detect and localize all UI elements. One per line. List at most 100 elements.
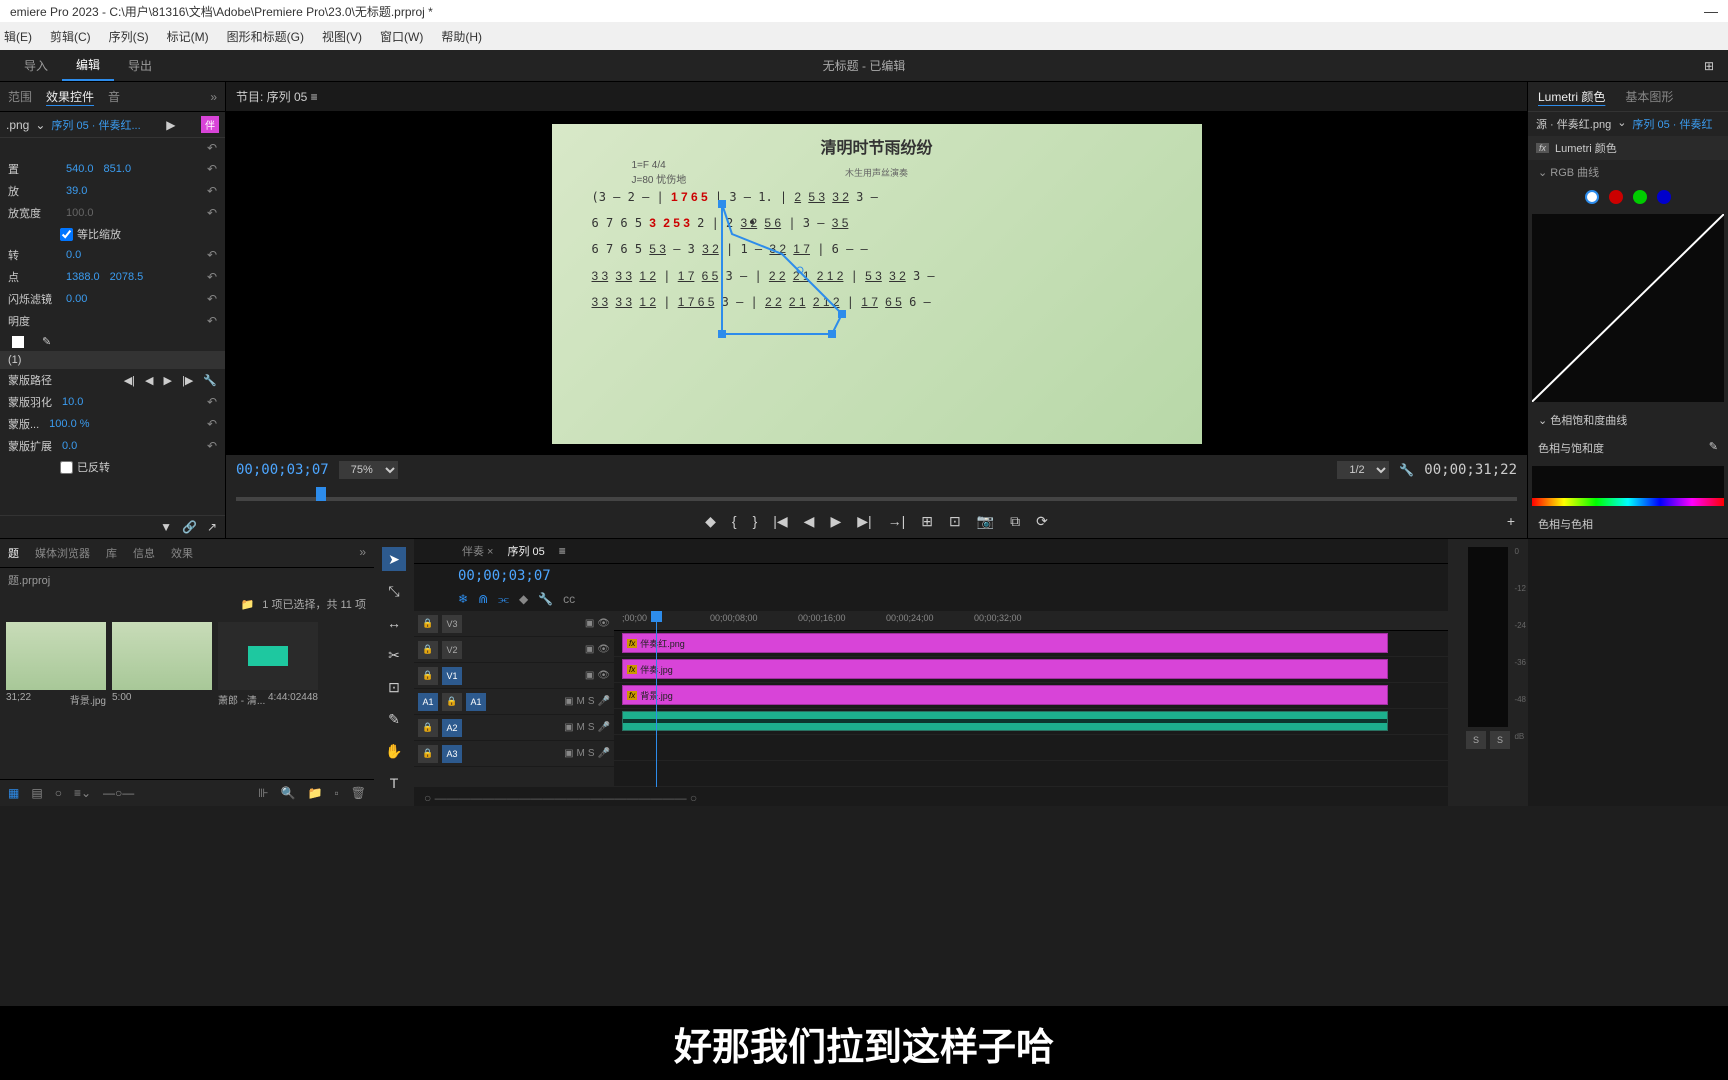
- tab-effect-controls[interactable]: 效果控件: [46, 88, 94, 105]
- timeline-timecode[interactable]: 00;00;03;07: [458, 568, 551, 584]
- eyedropper-icon[interactable]: ✎: [1709, 440, 1718, 456]
- source-a1[interactable]: A1: [418, 693, 438, 711]
- rotation-value[interactable]: 0.0: [66, 249, 81, 261]
- ws-tab-edit[interactable]: 编辑: [62, 50, 114, 81]
- step-back-icon[interactable]: ◀: [804, 513, 815, 530]
- magnet-icon[interactable]: ⋒: [478, 592, 488, 607]
- track-v3-label[interactable]: V3: [442, 615, 462, 633]
- hue-sat-curve[interactable]: [1532, 466, 1724, 506]
- reset-icon[interactable]: ↶: [207, 292, 217, 306]
- bin-item[interactable]: 31;22背景.jpg: [6, 622, 106, 773]
- rgb-master-dot[interactable]: [1585, 190, 1599, 204]
- clip-v2[interactable]: fx伴奏.jpg: [622, 659, 1388, 679]
- ws-tab-import[interactable]: 导入: [10, 51, 62, 80]
- reset-icon[interactable]: ↶: [207, 417, 217, 431]
- marker-icon[interactable]: ◆: [519, 592, 528, 607]
- reset-icon[interactable]: ↶: [207, 206, 217, 220]
- mask-next-icon[interactable]: |▶: [182, 374, 193, 387]
- new-bin-icon[interactable]: 📁: [308, 786, 323, 800]
- mask-wrench-icon[interactable]: 🔧: [203, 374, 217, 387]
- timeline-menu-icon[interactable]: ≡: [559, 544, 566, 558]
- mask-feather-value[interactable]: 10.0: [62, 396, 83, 408]
- mask-play-icon[interactable]: ▶: [164, 374, 172, 387]
- reset-icon[interactable]: ↶: [207, 395, 217, 409]
- mask-shape-overlay[interactable]: [712, 194, 872, 354]
- track-a1-label[interactable]: A1: [466, 693, 486, 711]
- resolution-select[interactable]: 1/2: [1337, 461, 1389, 479]
- panel-overflow-icon[interactable]: »: [359, 545, 366, 561]
- rgb-red-dot[interactable]: [1609, 190, 1623, 204]
- ripple-tool[interactable]: ↔: [382, 611, 406, 635]
- step-fwd-icon[interactable]: ▶|: [857, 513, 871, 530]
- target-icon[interactable]: ▣: [585, 644, 594, 655]
- lock-icon[interactable]: 🔒: [418, 641, 438, 659]
- goto-out-icon[interactable]: →|: [888, 513, 906, 530]
- bin-item[interactable]: 5:00: [112, 622, 212, 773]
- zoom-select[interactable]: 75%: [339, 461, 398, 479]
- tab-audio[interactable]: 音: [108, 88, 120, 105]
- export-frame-icon[interactable]: 📷: [977, 513, 994, 530]
- workspace-icon[interactable]: ⊞: [1704, 59, 1714, 73]
- lock-icon[interactable]: 🔒: [442, 693, 462, 711]
- eye-icon[interactable]: 👁: [597, 618, 610, 629]
- reset-icon[interactable]: ↶: [207, 162, 217, 176]
- mask-expand-value[interactable]: 0.0: [62, 440, 77, 452]
- eye-icon[interactable]: 👁: [597, 644, 610, 655]
- color-chip[interactable]: [12, 336, 24, 348]
- add-button-icon[interactable]: +: [1507, 513, 1515, 529]
- target-icon[interactable]: ▣: [585, 670, 594, 681]
- tab-lumetri[interactable]: Lumetri 颜色: [1538, 88, 1605, 105]
- time-ruler[interactable]: ;00;00 00;00;08;00 00;00;16;00 00;00;24;…: [614, 611, 1448, 631]
- bin-item[interactable]: 萧郎 - 清...4:44:02448: [218, 622, 318, 773]
- compare-icon[interactable]: ⧉: [1010, 513, 1020, 530]
- mask-group-label[interactable]: (1): [8, 354, 21, 366]
- anchor-x[interactable]: 1388.0: [66, 271, 100, 283]
- menu-window[interactable]: 窗口(W): [380, 28, 423, 44]
- rgb-blue-dot[interactable]: [1657, 190, 1671, 204]
- program-viewport[interactable]: 清明时节雨纷纷 1=F 4/4 J=80 忧伤地 木生用声丝演奏 (3 – 2 …: [226, 112, 1527, 455]
- lock-icon[interactable]: 🔒: [418, 667, 438, 685]
- menu-help[interactable]: 帮助(H): [441, 28, 482, 44]
- tab-info[interactable]: 信息: [133, 545, 155, 561]
- mask-prev-icon[interactable]: ◀|: [124, 374, 135, 387]
- track-select-tool[interactable]: ⤡: [382, 579, 406, 603]
- lumetri-seq-link[interactable]: 序列 05 · 伴奏红: [1632, 116, 1712, 132]
- pen-tool[interactable]: ✎: [382, 707, 406, 731]
- play-icon[interactable]: ▶: [166, 118, 175, 132]
- loop-icon[interactable]: ⟳: [1036, 513, 1048, 530]
- zoom-slider[interactable]: —○—: [103, 786, 134, 800]
- timeline-playhead[interactable]: [656, 611, 657, 787]
- list-view-icon[interactable]: ▦: [8, 786, 19, 800]
- marker-icon[interactable]: ◆: [705, 513, 716, 530]
- lock-icon[interactable]: 🔒: [418, 745, 438, 763]
- reset-icon[interactable]: ↶: [207, 314, 217, 328]
- reset-icon[interactable]: ↶: [207, 248, 217, 262]
- expand-icon[interactable]: ⌄: [1538, 167, 1550, 179]
- scale-value[interactable]: 39.0: [66, 185, 87, 197]
- uniform-scale-checkbox[interactable]: [60, 228, 73, 241]
- lift-icon[interactable]: ⊞: [921, 513, 933, 530]
- freeform-icon[interactable]: ○: [55, 786, 62, 800]
- link-icon[interactable]: 🔗: [182, 520, 197, 534]
- selection-tool[interactable]: ➤: [382, 547, 406, 571]
- track-a3-label[interactable]: A3: [442, 745, 462, 763]
- automate-icon[interactable]: ⊪: [258, 786, 268, 800]
- play-button[interactable]: ▶: [830, 513, 841, 530]
- tracks-area[interactable]: ;00;00 00;00;08;00 00;00;16;00 00;00;24;…: [614, 611, 1448, 787]
- ws-tab-export[interactable]: 导出: [114, 51, 166, 80]
- anchor-y[interactable]: 2078.5: [110, 271, 144, 283]
- icon-view-icon[interactable]: ▤: [31, 786, 42, 800]
- menu-sequence[interactable]: 序列(S): [109, 28, 149, 44]
- tab-project[interactable]: 题: [8, 545, 19, 561]
- menu-graphics[interactable]: 图形和标题(G): [227, 28, 304, 44]
- in-icon[interactable]: {: [732, 513, 737, 530]
- tab-effects[interactable]: 效果: [171, 545, 193, 561]
- out-icon[interactable]: }: [753, 513, 758, 530]
- minimize-button[interactable]: —: [1704, 3, 1718, 19]
- mask-play-back-icon[interactable]: ◀: [145, 374, 153, 387]
- audio-clip-a1[interactable]: [622, 711, 1388, 731]
- find-icon[interactable]: 🔍: [281, 786, 296, 800]
- tab-media-browser[interactable]: 媒体浏览器: [35, 545, 90, 561]
- reset-icon[interactable]: ↶: [207, 141, 217, 155]
- program-scrubber[interactable]: [226, 485, 1527, 505]
